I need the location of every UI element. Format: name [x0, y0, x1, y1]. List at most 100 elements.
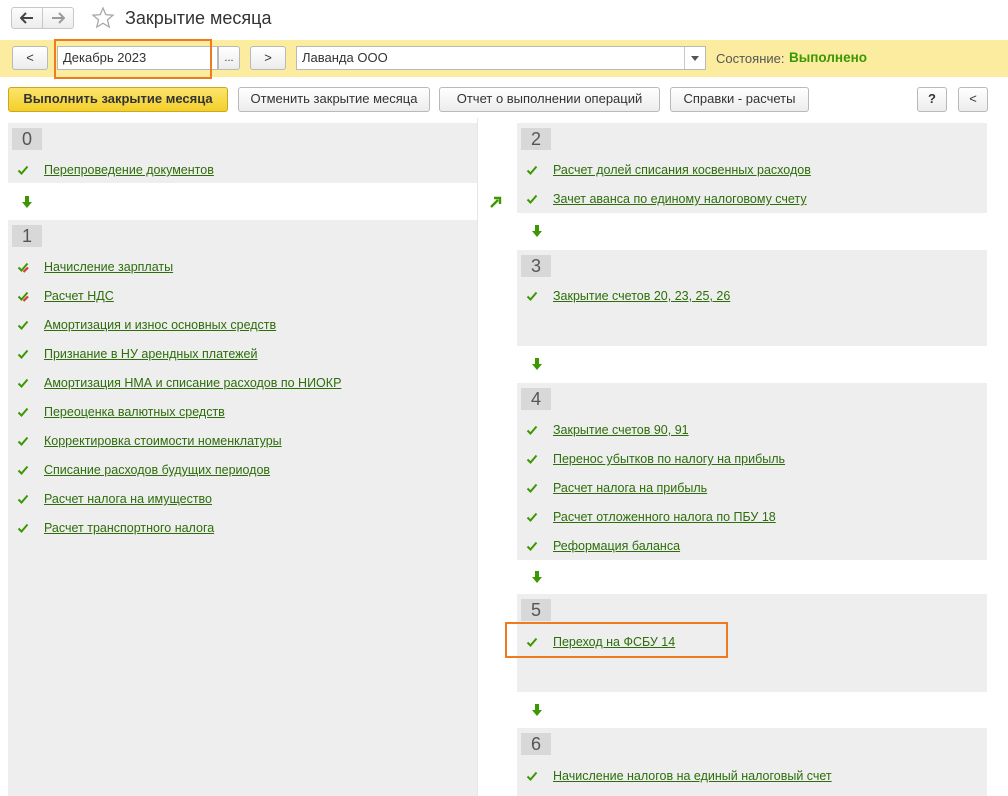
stage-number: 6	[521, 733, 551, 755]
operation-row: Переоценка валютных средств	[16, 403, 225, 421]
check-icon[interactable]	[525, 539, 539, 553]
check-icon[interactable]	[525, 192, 539, 206]
check-icon[interactable]	[16, 492, 30, 506]
star-icon[interactable]	[91, 6, 115, 30]
operation-row: Расчет налога на имущество	[16, 490, 212, 508]
arrow-down-icon	[532, 358, 542, 370]
help-button[interactable]: ?	[917, 87, 947, 112]
status-label: Состояние:	[716, 51, 785, 66]
operation-link[interactable]: Зачет аванса по единому налоговому счету	[553, 192, 807, 206]
operation-link[interactable]: Расчет НДС	[44, 289, 114, 303]
check-icon[interactable]	[525, 163, 539, 177]
arrow-down-icon	[532, 225, 542, 237]
stage-number: 4	[521, 388, 551, 410]
operation-link[interactable]: Перепроведение документов	[44, 163, 214, 177]
operation-row: Амортизация и износ основных средств	[16, 316, 276, 334]
organization-select[interactable]: Лаванда ООО	[296, 46, 706, 70]
operation-link[interactable]: Расчет налога на прибыль	[553, 481, 707, 495]
check-icon[interactable]	[16, 463, 30, 477]
operation-row: Начисление зарплаты	[16, 258, 173, 276]
stage-panel-1	[8, 220, 477, 796]
check-icon[interactable]	[16, 521, 30, 535]
stage-number: 1	[12, 225, 42, 247]
operation-row: Расчет отложенного налога по ПБУ 18	[525, 508, 776, 526]
check-icon[interactable]	[525, 481, 539, 495]
column-divider	[477, 118, 478, 796]
collapse-panel-button[interactable]: <	[958, 87, 988, 112]
arrow-down-icon	[532, 571, 542, 583]
organization-value: Лаванда ООО	[302, 50, 388, 65]
stage-panel-4	[517, 383, 987, 560]
arrow-down-icon	[22, 196, 32, 208]
operation-link[interactable]: Расчет долей списания косвенных расходов	[553, 163, 811, 177]
arrow-right-icon	[52, 12, 65, 24]
operation-row: Расчет налога на прибыль	[525, 479, 707, 497]
stage-number: 0	[12, 128, 42, 150]
operation-link[interactable]: Закрытие счетов 90, 91	[553, 423, 689, 437]
operation-row: Перенос убытков по налогу на прибыль	[525, 450, 785, 468]
operation-row: Начисление налогов на единый налоговый с…	[525, 767, 832, 785]
next-period-button[interactable]: >	[250, 46, 286, 70]
stage-number: 2	[521, 128, 551, 150]
operation-link[interactable]: Амортизация НМА и списание расходов по Н…	[44, 376, 341, 390]
operations-report-button[interactable]: Отчет о выполнении операций	[439, 87, 660, 112]
stage-number: 5	[521, 599, 551, 621]
arrow-left-icon	[20, 12, 33, 24]
run-month-close-button[interactable]: Выполнить закрытие месяца	[8, 87, 228, 112]
operation-row: Закрытие счетов 90, 91	[525, 421, 689, 439]
period-highlight-frame	[54, 39, 212, 79]
page-title: Закрытие месяца	[125, 8, 272, 28]
operation-row: Расчет транспортного налога	[16, 519, 214, 537]
title-bar: Закрытие месяца	[0, 0, 1008, 38]
check-icon[interactable]	[16, 347, 30, 361]
operation-row: Закрытие счетов 20, 23, 25, 26	[525, 287, 730, 305]
forward-button[interactable]	[42, 7, 74, 29]
operation-row: Признание в НУ арендных платежей	[16, 345, 257, 363]
arrow-up-right-icon	[490, 196, 502, 208]
check-icon[interactable]	[16, 405, 30, 419]
cancel-month-close-button[interactable]: Отменить закрытие месяца	[238, 87, 430, 112]
operation-link[interactable]: Закрытие счетов 20, 23, 25, 26	[553, 289, 730, 303]
check-icon[interactable]	[16, 434, 30, 448]
check-warning-icon[interactable]	[16, 260, 30, 274]
operation-link[interactable]: Расчет транспортного налога	[44, 521, 214, 535]
arrow-down-icon	[532, 704, 542, 716]
operation-highlight-frame	[505, 622, 728, 658]
operation-row: Амортизация НМА и списание расходов по Н…	[16, 374, 341, 392]
operation-link[interactable]: Признание в НУ арендных платежей	[44, 347, 257, 361]
operation-row: Перепроведение документов	[16, 161, 214, 179]
operation-row: Расчет НДС	[16, 287, 114, 305]
operation-link[interactable]: Реформация баланса	[553, 539, 680, 553]
check-icon[interactable]	[525, 289, 539, 303]
check-icon[interactable]	[16, 163, 30, 177]
period-select-button[interactable]: ...	[218, 46, 240, 70]
operation-link[interactable]: Начисление зарплаты	[44, 260, 173, 274]
operation-link[interactable]: Переоценка валютных средств	[44, 405, 225, 419]
stage-number: 3	[521, 255, 551, 277]
check-icon[interactable]	[525, 510, 539, 524]
operation-link[interactable]: Расчет отложенного налога по ПБУ 18	[553, 510, 776, 524]
status-value: Выполнено	[789, 50, 867, 65]
operation-link[interactable]: Начисление налогов на единый налоговый с…	[553, 769, 832, 783]
operation-row: Зачет аванса по единому налоговому счету	[525, 190, 807, 208]
prev-period-button[interactable]: <	[12, 46, 48, 70]
check-icon[interactable]	[525, 423, 539, 437]
operation-row: Расчет долей списания косвенных расходов	[525, 161, 811, 179]
check-icon[interactable]	[525, 452, 539, 466]
operation-link[interactable]: Амортизация и износ основных средств	[44, 318, 276, 332]
operation-row: Корректировка стоимости номенклатуры	[16, 432, 282, 450]
operation-link[interactable]: Перенос убытков по налогу на прибыль	[553, 452, 785, 466]
operation-row: Реформация баланса	[525, 537, 680, 555]
stage-panel-6	[517, 728, 987, 796]
check-warning-icon[interactable]	[16, 289, 30, 303]
check-icon[interactable]	[16, 318, 30, 332]
chevron-down-icon[interactable]	[684, 47, 705, 69]
check-icon[interactable]	[16, 376, 30, 390]
check-icon[interactable]	[525, 769, 539, 783]
reference-calculations-button[interactable]: Справки - расчеты	[670, 87, 809, 112]
back-button[interactable]	[11, 7, 43, 29]
operation-row: Списание расходов будущих периодов	[16, 461, 270, 479]
operation-link[interactable]: Расчет налога на имущество	[44, 492, 212, 506]
operation-link[interactable]: Корректировка стоимости номенклатуры	[44, 434, 282, 448]
operation-link[interactable]: Списание расходов будущих периодов	[44, 463, 270, 477]
